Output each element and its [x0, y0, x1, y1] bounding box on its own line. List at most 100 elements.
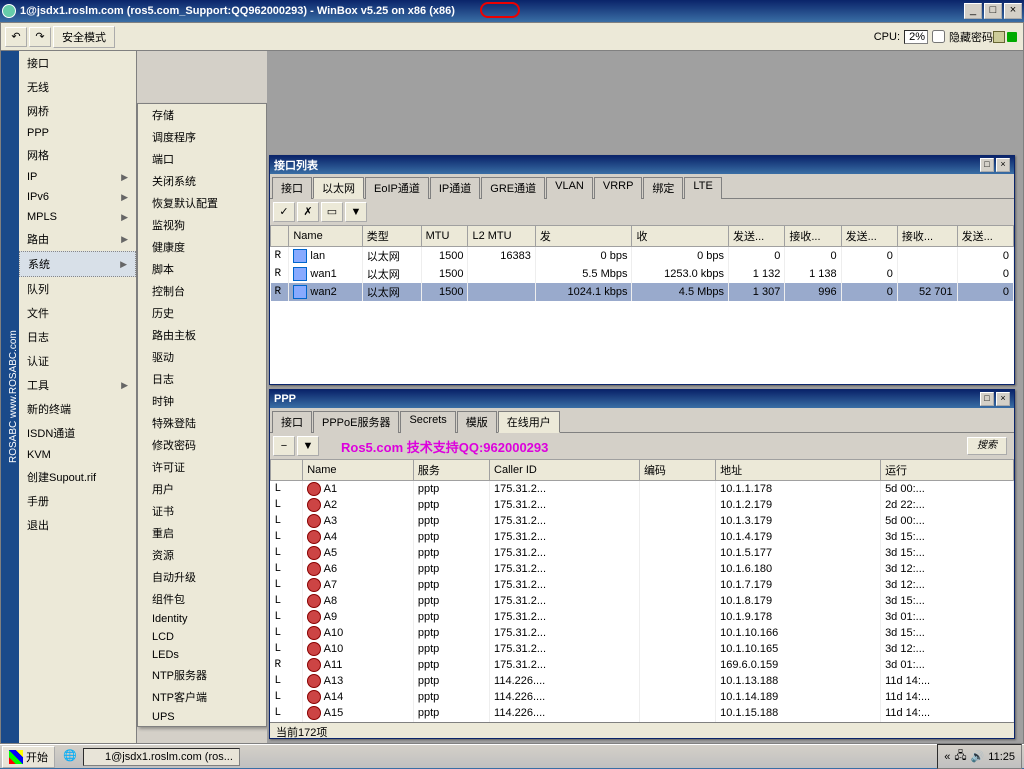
- ppp-close-button[interactable]: ×: [996, 392, 1010, 406]
- interface-list-titlebar[interactable]: 接口列表 □ ×: [270, 156, 1014, 174]
- submenu-item-6[interactable]: 健康度: [138, 236, 266, 258]
- column-header[interactable]: Name: [289, 226, 362, 247]
- ppp-user-row[interactable]: R A11 pptp175.31.2...169.6.0.1593d 01:..…: [271, 657, 1014, 673]
- menu-item-16[interactable]: ISDN通道: [19, 421, 136, 445]
- clock[interactable]: 11:25: [988, 751, 1015, 763]
- ppp-user-row[interactable]: L A6 pptp175.31.2...10.1.6.1803d 12:...: [271, 561, 1014, 577]
- hidepass-checkbox[interactable]: [932, 30, 945, 43]
- menu-item-2[interactable]: 网桥: [19, 99, 136, 123]
- menu-item-4[interactable]: 网格: [19, 143, 136, 167]
- winbox-task-button[interactable]: 1@jsdx1.roslm.com (ros...: [83, 748, 240, 766]
- submenu-item-9[interactable]: 历史: [138, 302, 266, 324]
- ppp-maximize-button[interactable]: □: [980, 392, 994, 406]
- ppp-tab-2[interactable]: Secrets: [400, 411, 455, 433]
- submenu-item-16[interactable]: 许可证: [138, 456, 266, 478]
- menu-item-12[interactable]: 日志: [19, 325, 136, 349]
- column-header[interactable]: L2 MTU: [468, 226, 535, 247]
- submenu-item-24[interactable]: LCD: [138, 628, 266, 646]
- menu-item-17[interactable]: KVM: [19, 445, 136, 465]
- submenu-item-4[interactable]: 恢复默认配置: [138, 192, 266, 214]
- iface-tab-5[interactable]: VLAN: [546, 177, 593, 199]
- column-header[interactable]: 服务: [413, 460, 489, 481]
- remove-button[interactable]: −: [273, 436, 295, 456]
- column-header[interactable]: 类型: [362, 226, 421, 247]
- menu-item-14[interactable]: 工具▶: [19, 373, 136, 397]
- safemode-button[interactable]: 安全模式: [53, 26, 115, 48]
- ppp-filter-button[interactable]: ▼: [297, 436, 319, 456]
- menu-item-6[interactable]: IPv6▶: [19, 187, 136, 207]
- menu-item-20[interactable]: 退出: [19, 513, 136, 537]
- submenu-item-2[interactable]: 端口: [138, 148, 266, 170]
- menu-item-7[interactable]: MPLS▶: [19, 207, 136, 227]
- filter-button[interactable]: ▼: [345, 202, 367, 222]
- column-header[interactable]: 接收...: [897, 226, 957, 247]
- submenu-item-0[interactable]: 存储: [138, 104, 266, 126]
- maximize-button[interactable]: □: [984, 3, 1002, 19]
- submenu-item-22[interactable]: 组件包: [138, 588, 266, 610]
- system-tray[interactable]: « 🖧 🔊 11:25: [937, 744, 1022, 769]
- ppp-tab-3[interactable]: 模版: [457, 411, 497, 433]
- submenu-item-13[interactable]: 时钟: [138, 390, 266, 412]
- submenu-item-10[interactable]: 路由主板: [138, 324, 266, 346]
- ppp-table-scroll[interactable]: Name服务Caller ID编码地址运行 L A1 pptp175.31.2.…: [270, 459, 1014, 722]
- submenu-item-25[interactable]: LEDs: [138, 646, 266, 664]
- menu-item-5[interactable]: IP▶: [19, 167, 136, 187]
- column-header[interactable]: 发送...: [841, 226, 897, 247]
- redo-button[interactable]: ↷: [29, 27, 51, 47]
- ppp-user-row[interactable]: L A8 pptp175.31.2...10.1.8.1793d 15:...: [271, 593, 1014, 609]
- interface-table-scroll[interactable]: Name类型MTUL2 MTU发收发送...接收...发送...接收...发送.…: [270, 225, 1014, 384]
- ppp-tab-0[interactable]: 接口: [272, 411, 312, 433]
- ppp-user-row[interactable]: L A9 pptp175.31.2...10.1.9.1783d 01:...: [271, 609, 1014, 625]
- enable-button[interactable]: ✓: [273, 202, 295, 222]
- disable-button[interactable]: ✗: [297, 202, 319, 222]
- column-header[interactable]: [271, 460, 303, 481]
- interface-row[interactable]: R lan 以太网150016383 0 bps0 bps 000 0: [271, 247, 1014, 266]
- menu-item-18[interactable]: 创建Supout.rif: [19, 465, 136, 489]
- submenu-item-1[interactable]: 调度程序: [138, 126, 266, 148]
- column-header[interactable]: 收: [632, 226, 729, 247]
- submenu-item-11[interactable]: 驱动: [138, 346, 266, 368]
- ppp-user-row[interactable]: L A15 pptp114.226....10.1.15.18811d 14:.…: [271, 705, 1014, 721]
- inwin-maximize-button[interactable]: □: [980, 158, 994, 172]
- ppp-user-row[interactable]: L A13 pptp114.226....10.1.13.18811d 14:.…: [271, 673, 1014, 689]
- submenu-item-5[interactable]: 监视狗: [138, 214, 266, 236]
- column-header[interactable]: 接收...: [785, 226, 841, 247]
- iface-tab-2[interactable]: EoIP通道: [365, 177, 429, 199]
- submenu-item-21[interactable]: 自动升级: [138, 566, 266, 588]
- menu-item-15[interactable]: 新的终端: [19, 397, 136, 421]
- minimize-button[interactable]: _: [964, 3, 982, 19]
- submenu-item-8[interactable]: 控制台: [138, 280, 266, 302]
- ppp-user-row[interactable]: L A5 pptp175.31.2...10.1.5.1773d 15:...: [271, 545, 1014, 561]
- ppp-user-row[interactable]: L A10 pptp175.31.2...10.1.10.1663d 15:..…: [271, 625, 1014, 641]
- menu-item-19[interactable]: 手册: [19, 489, 136, 513]
- inwin-close-button[interactable]: ×: [996, 158, 1010, 172]
- menu-item-9[interactable]: 系统▶: [19, 251, 136, 277]
- submenu-item-19[interactable]: 重启: [138, 522, 266, 544]
- menu-item-3[interactable]: PPP: [19, 123, 136, 143]
- tray-network-icon[interactable]: 🖧: [954, 747, 966, 766]
- submenu-item-28[interactable]: UPS: [138, 708, 266, 726]
- submenu-item-23[interactable]: Identity: [138, 610, 266, 628]
- start-button[interactable]: 开始: [2, 746, 55, 768]
- submenu-item-27[interactable]: NTP客户端: [138, 686, 266, 708]
- interface-row[interactable]: R wan1 以太网1500 5.5 Mbps1253.0 kbps 1 132…: [271, 265, 1014, 283]
- ppp-tab-1[interactable]: PPPoE服务器: [313, 411, 399, 433]
- tray-volume-icon[interactable]: 🔊: [971, 750, 985, 763]
- column-header[interactable]: 发送...: [957, 226, 1013, 247]
- column-header[interactable]: Caller ID: [490, 460, 640, 481]
- column-header[interactable]: 地址: [716, 460, 881, 481]
- menu-item-8[interactable]: 路由▶: [19, 227, 136, 251]
- submenu-item-7[interactable]: 脚本: [138, 258, 266, 280]
- find-button[interactable]: 搜索: [967, 437, 1007, 455]
- undo-button[interactable]: ↶: [5, 27, 27, 47]
- iface-tab-7[interactable]: 绑定: [643, 177, 683, 199]
- ppp-user-row[interactable]: L A7 pptp175.31.2...10.1.7.1793d 12:...: [271, 577, 1014, 593]
- iface-tab-1[interactable]: 以太网: [313, 177, 364, 199]
- interface-row[interactable]: R wan2 以太网1500 1024.1 kbps4.5 Mbps 1 307…: [271, 283, 1014, 301]
- ppp-tab-4[interactable]: 在线用户: [498, 411, 560, 433]
- column-header[interactable]: MTU: [421, 226, 468, 247]
- menu-item-0[interactable]: 接口: [19, 51, 136, 75]
- column-header[interactable]: Name: [303, 460, 414, 481]
- ppp-titlebar[interactable]: PPP □ ×: [270, 390, 1014, 408]
- menu-item-1[interactable]: 无线: [19, 75, 136, 99]
